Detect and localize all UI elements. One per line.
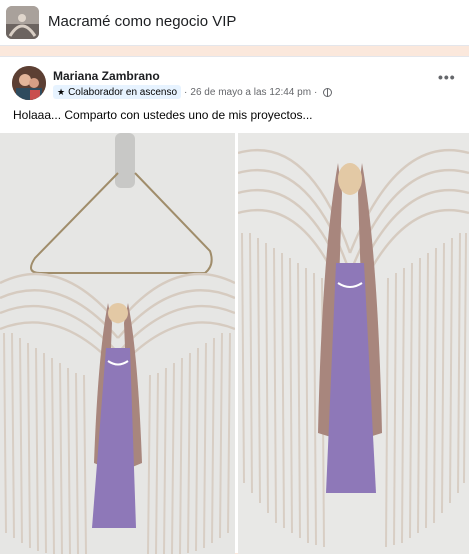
author-avatar[interactable] [12,66,46,100]
post-photo-right[interactable] [238,133,469,554]
more-options-button[interactable]: ••• [438,69,456,85]
group-header: Macramé como negocio VIP [0,0,469,46]
contributor-badge[interactable]: ★ Colaborador en ascenso [53,85,182,99]
globe-icon [323,87,333,97]
group-thumbnail[interactable] [6,6,39,39]
author-name[interactable]: Mariana Zambrano [53,69,160,83]
separator-dot: · [314,86,318,98]
group-name[interactable]: Macramé como negocio VIP [48,13,236,30]
star-icon: ★ [57,86,66,97]
post-timestamp[interactable]: 26 de mayo a las 12:44 pm [190,87,311,98]
post-photo-left[interactable] [0,133,235,554]
post-text: Holaaa... Comparto con ustedes uno de mi… [13,108,313,122]
separator-dot: · [184,86,188,98]
post-card: Mariana Zambrano ★ Colaborador en ascens… [0,56,469,554]
badge-label: Colaborador en ascenso [68,86,178,98]
post-meta: ★ Colaborador en ascenso · 26 de mayo a … [53,85,333,99]
